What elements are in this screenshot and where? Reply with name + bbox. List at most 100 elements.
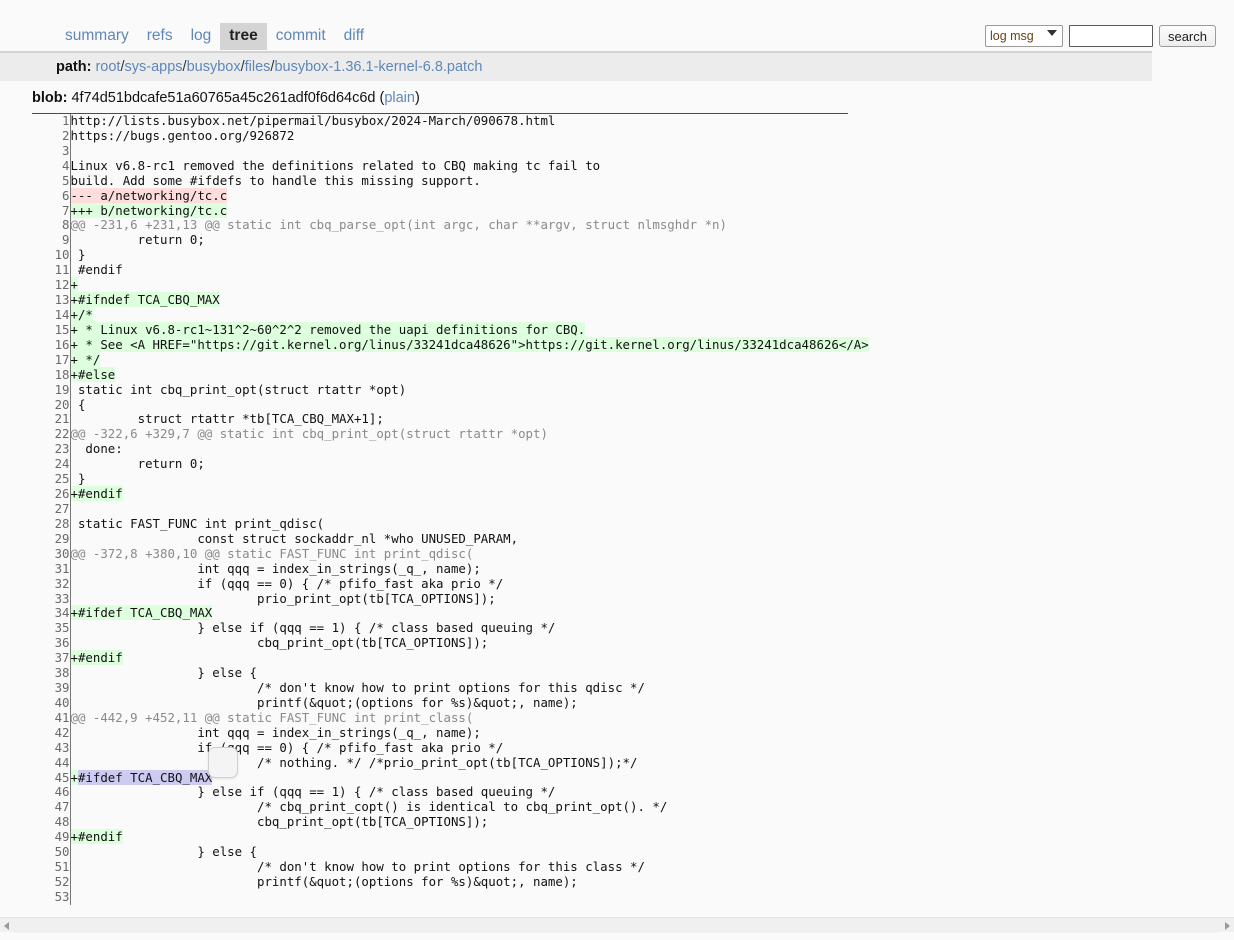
line-segment: + */ [70,351,101,367]
blob-content[interactable]: 1 http://lists.busybox.net/pipermail/busy… [32,114,1232,911]
line-content[interactable]: +#ifndef TCA_CBQ_MAX [70,292,869,308]
line-content[interactable]: +#else [70,366,869,383]
line-content[interactable]: https://bugs.gentoo.org/926872 [70,128,869,144]
line-content[interactable]: printf(&quot;(options for %s)&quot;, nam… [70,695,869,711]
line-content[interactable]: const struct sockaddr_nl *who UNUSED_PAR… [70,530,869,547]
line-content[interactable]: + */ [70,351,869,368]
line-content[interactable]: #endif [70,262,869,278]
line-content[interactable]: int qqq = index_in_strings(_q_, name); [70,561,869,577]
plain-link[interactable]: plain [384,90,415,106]
line-content[interactable]: + * See <A HREF="https://git.kernel.org/… [70,336,869,353]
line-number: 51 [32,859,71,876]
horizontal-scrollbar[interactable] [0,917,1234,933]
line-content[interactable]: Linux v6.8-rc1 removed the definitions r… [70,158,869,174]
search-button[interactable]: search [1158,25,1216,47]
line-content[interactable]: cbq_print_opt(tb[TCA_OPTIONS]); [70,814,869,830]
scroll-left-arrow-icon[interactable] [4,922,9,930]
breadcrumb-link-files[interactable]: files [245,59,271,75]
line-content[interactable] [70,890,869,905]
line-content[interactable]: /* cbq_print_copt() is identical to cbq_… [70,799,869,815]
line-segment: const struct sockaddr_nl *who UNUSED_PAR… [70,530,519,546]
line-content[interactable]: cbq_print_opt(tb[TCA_OPTIONS]); [70,635,869,651]
line-number: 37 [32,650,71,667]
line-segment: --- a/networking/tc.c [70,187,228,203]
line-content[interactable]: static int cbq_print_opt(struct rtattr *… [70,382,869,398]
line-segment: return 0; [70,232,205,248]
line-number: 29 [32,531,71,547]
line-content[interactable]: + * Linux v6.8-rc1~131^2~60^2^2 removed … [70,321,869,338]
line-content[interactable]: /* nothing. */ /*prio_print_opt(tb[TCA_O… [70,755,869,771]
line-number: 19 [32,382,71,398]
line-content[interactable] [70,502,869,517]
search-input[interactable] [1068,25,1153,47]
code-line: 2 https://bugs.gentoo.org/926872 [32,128,869,144]
line-number: 49 [32,829,71,846]
line-number: 13 [32,292,71,308]
line-content[interactable]: if (qqq == 0) { /* pfifo_fast aka prio *… [70,740,869,756]
line-content[interactable]: } else { [70,665,869,681]
nav-tab-refs[interactable]: refs [138,23,182,50]
line-content[interactable]: } else if (qqq == 1) { /* class based qu… [70,785,869,800]
line-number: 14 [32,307,71,323]
line-content[interactable]: struct rtattr *tb[TCA_CBQ_MAX+1]; [70,411,869,427]
code-line: 48 cbq_print_opt(tb[TCA_OPTIONS]); [32,814,869,831]
code-line: 3 [32,143,869,159]
line-number: 10 [32,247,71,264]
line-segment: /* don't know how to print options for t… [70,680,645,696]
line-content[interactable]: } [70,247,869,263]
line-number: 20 [32,397,71,413]
breadcrumb-link-sys-apps[interactable]: sys-apps [125,59,183,75]
line-content[interactable]: +#endif [70,486,869,502]
line-content[interactable]: --- a/networking/tc.c [70,187,869,204]
line-content[interactable]: @@ -322,6 +329,7 @@ static int cbq_print… [70,426,869,442]
line-content[interactable] [70,144,869,159]
code-line: 26 +#endif [32,486,869,502]
line-content[interactable]: return 0; [70,232,869,248]
line-content[interactable]: +#ifdef TCA_CBQ_MAX [70,605,869,621]
line-segment: +#ifndef TCA_CBQ_MAX [70,292,220,308]
line-content[interactable]: + [70,277,869,293]
scrollbar-thumb[interactable] [14,918,1218,933]
breadcrumb-link-busybox-1.36.1-kernel-6.8.patch[interactable]: busybox-1.36.1-kernel-6.8.patch [274,59,482,75]
nav-tab-log[interactable]: log [182,23,221,50]
line-content[interactable]: } else if (qqq == 1) { /* class based qu… [70,620,869,636]
line-content[interactable]: /* don't know how to print options for t… [70,859,869,875]
line-segment: cbq_print_opt(tb[TCA_OPTIONS]); [70,635,489,651]
code-line: 45 +#ifdef TCA_CBQ_MAX [32,769,869,786]
line-content[interactable]: done: [70,441,869,457]
line-content[interactable]: } else { [70,844,869,860]
line-content[interactable]: static FAST_FUNC int print_qdisc( [70,516,869,532]
line-content[interactable]: +#endif [70,829,869,845]
line-content[interactable]: +/* [70,306,869,323]
line-content[interactable]: @@ -442,9 +452,11 @@ static FAST_FUNC in… [70,710,869,726]
line-segment: +#endif [70,829,123,845]
nav-tab-commit[interactable]: commit [267,23,335,50]
nav-tab-summary[interactable]: summary [56,23,138,50]
search-scope-select[interactable]: log msg [984,25,1063,47]
nav-tab-diff[interactable]: diff [335,23,373,50]
line-content[interactable]: return 0; [70,456,869,472]
line-segment: + * See <A HREF="https://git.kernel.org/… [70,336,869,352]
breadcrumb-link-busybox[interactable]: busybox [187,59,241,75]
line-content[interactable]: prio_print_opt(tb[TCA_OPTIONS]); [70,591,869,607]
line-content[interactable]: http://lists.busybox.net/pipermail/busyb… [70,114,869,129]
line-content[interactable]: { [70,397,869,413]
line-number: 36 [32,635,71,652]
code-line: 42 int qqq = index_in_strings(_q_, name)… [32,725,869,741]
line-segment: return 0; [70,456,205,472]
line-content[interactable]: @@ -231,6 +231,13 @@ static int cbq_pars… [70,217,869,233]
line-content[interactable]: } [70,471,869,487]
breadcrumb-link-root[interactable]: root [95,59,120,75]
line-content[interactable]: +++ b/networking/tc.c [70,202,869,219]
line-content[interactable]: @@ -372,8 +380,10 @@ static FAST_FUNC in… [70,546,869,562]
line-content[interactable]: printf(&quot;(options for %s)&quot;, nam… [70,874,869,890]
line-content[interactable]: +#ifdef TCA_CBQ_MAX [70,769,869,786]
scroll-right-arrow-icon[interactable] [1225,922,1230,930]
line-content[interactable]: /* don't know how to print options for t… [70,680,869,696]
line-content[interactable]: int qqq = index_in_strings(_q_, name); [70,725,869,741]
line-content[interactable]: build. Add some #ifdefs to handle this m… [70,173,869,189]
line-content[interactable]: if (qqq == 0) { /* pfifo_fast aka prio *… [70,576,869,592]
path-label: path: [56,59,92,75]
nav-tab-tree[interactable]: tree [220,23,267,50]
line-content[interactable]: +#endif [70,650,869,666]
